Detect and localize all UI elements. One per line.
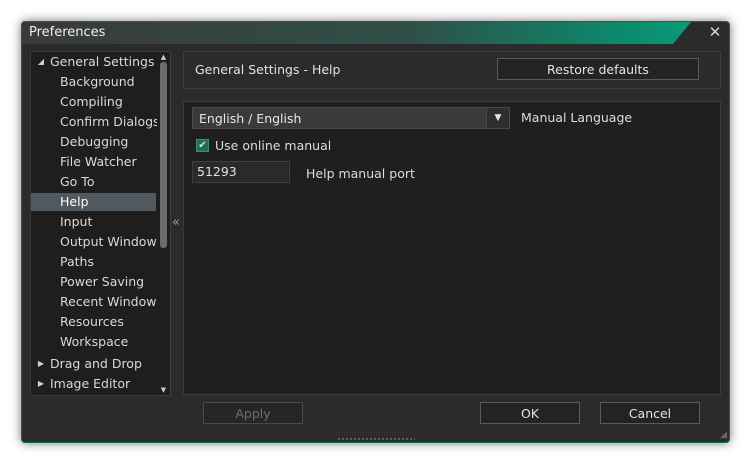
window-title: Preferences — [29, 25, 106, 40]
help-port-label: Help manual port — [306, 166, 415, 181]
tree-item-label: Workspace — [60, 334, 129, 349]
resize-grip[interactable] — [337, 437, 415, 441]
help-port-field[interactable]: 51293 — [192, 161, 290, 183]
use-online-manual-checkbox[interactable]: ✔ — [196, 139, 209, 152]
ok-button[interactable]: OK — [480, 402, 580, 424]
preferences-window: Preferences ✕ ◢ General Settings Backgroun… — [21, 21, 730, 443]
tree-item-label: File Watcher — [60, 154, 137, 169]
tree-item-label: Drag and Drop — [50, 356, 142, 371]
tree-item[interactable]: Compiling — [31, 93, 156, 111]
scroll-up-icon[interactable]: ▲ — [157, 52, 170, 62]
apply-button[interactable]: Apply — [203, 402, 303, 424]
resize-corner-icon[interactable]: ◢ — [717, 430, 727, 440]
page-header: General Settings - Help Restore defaults — [183, 51, 721, 89]
tree-item[interactable]: Background — [31, 73, 156, 91]
tree-item[interactable]: Go To — [31, 173, 156, 191]
tree-item-label: Power Saving — [60, 274, 145, 289]
tree-item[interactable]: Workspace — [31, 333, 156, 351]
tree-item[interactable]: Confirm Dialogs — [31, 113, 160, 131]
settings-tree: ◢ General Settings Background Compiling Conf… — [30, 51, 171, 396]
manual-language-label: Manual Language — [521, 110, 633, 125]
collapsed-triangle-icon[interactable]: ▶ — [36, 375, 46, 393]
cancel-button[interactable]: Cancel — [600, 402, 700, 424]
tree-item-label: Confirm Dialogs — [60, 114, 160, 129]
collapse-panel-icon[interactable]: « — [171, 213, 181, 233]
tree-item[interactable]: Input — [31, 213, 156, 231]
use-online-manual-label[interactable]: Use online manual — [215, 138, 331, 153]
tree-item[interactable]: File Watcher — [31, 153, 156, 171]
tree-item[interactable]: Help — [31, 193, 156, 211]
restore-defaults-button[interactable]: Restore defaults — [497, 58, 699, 80]
tree-item-label: Go To — [60, 174, 95, 189]
tree-item-label: Debugging — [60, 134, 129, 149]
page-title: General Settings - Help — [195, 62, 341, 77]
help-settings-panel: English / English ▼ Manual Language ✔ Us… — [183, 101, 721, 395]
scroll-thumb[interactable] — [160, 62, 167, 248]
tree-item-label: Input — [60, 214, 93, 229]
collapsed-triangle-icon[interactable]: ▶ — [36, 355, 46, 373]
chevron-down-icon[interactable]: ▼ — [486, 108, 509, 128]
checkmark-icon: ✔ — [198, 140, 207, 151]
manual-language-select[interactable]: English / English ▼ — [192, 107, 510, 129]
close-icon[interactable]: ✕ — [707, 23, 723, 41]
tree-item-label: Background — [60, 74, 135, 89]
tree-item[interactable]: Recent Windows — [31, 293, 163, 311]
tree-item-label: Recent Windows — [60, 294, 163, 309]
tree-item-label: Paths — [60, 254, 94, 269]
manual-language-value: English / English — [199, 111, 302, 126]
tree-item-label: Image Editor — [50, 376, 131, 391]
tree-item[interactable]: ▶ Drag and Drop — [31, 355, 156, 373]
tree-item[interactable]: Output Windows — [31, 233, 163, 251]
tree-item-label: Output Windows — [60, 234, 164, 249]
tree-item[interactable]: Resources — [31, 313, 156, 331]
tree-item-label: General Settings — [50, 54, 155, 69]
title-bar[interactable]: Preferences ✕ — [22, 22, 729, 44]
tree-item[interactable]: ▶ Image Editor — [31, 375, 156, 393]
tree-item[interactable]: Power Saving — [31, 273, 156, 291]
tree-item[interactable]: ◢ General Settings — [31, 53, 156, 71]
tree-scrollbar[interactable]: ▲ ▼ — [157, 52, 170, 395]
tree-item[interactable]: Debugging — [31, 133, 156, 151]
tree-item-label: Compiling — [60, 94, 123, 109]
tree-item-label: Help — [60, 194, 89, 209]
expanded-triangle-icon[interactable]: ◢ — [36, 53, 46, 71]
tree-item[interactable]: Paths — [31, 253, 156, 271]
scroll-down-icon[interactable]: ▼ — [157, 385, 170, 395]
tree-item-label: Resources — [60, 314, 124, 329]
